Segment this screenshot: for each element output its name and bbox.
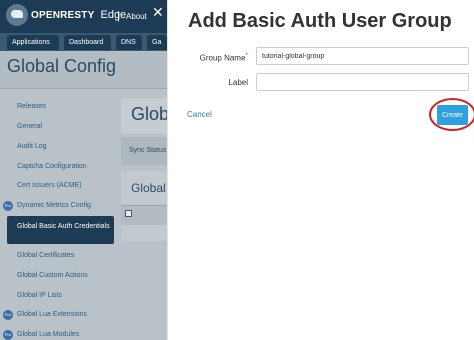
select-all-checkbox[interactable] bbox=[125, 210, 132, 217]
sidebar-item-label: Global IP Lists bbox=[17, 292, 63, 299]
page-title: Global Config bbox=[7, 56, 117, 76]
tab-gateway[interactable]: Ga bbox=[147, 35, 167, 50]
sidebar-item-label: Global Lua Extensions bbox=[17, 311, 88, 318]
required-mark: * bbox=[245, 52, 248, 59]
sidebar-item-label: Global Certificates bbox=[17, 252, 75, 259]
sidebar-item-label: Captcha Configuration bbox=[17, 163, 87, 170]
tab-dashboard[interactable]: Dashboard bbox=[64, 35, 111, 50]
sidebar-item-label: General bbox=[17, 123, 42, 130]
sidebar-item-label: Dynamic Metrics Config bbox=[17, 202, 91, 209]
top-separator: | bbox=[117, 10, 120, 22]
tab-dns[interactable]: DNS bbox=[116, 35, 142, 50]
brand-name: OPENRESTY bbox=[31, 9, 95, 21]
sidebar-item-label: Releases bbox=[17, 103, 47, 110]
pro-badge: Pro bbox=[3, 310, 13, 320]
close-icon[interactable]: ✕ bbox=[152, 4, 164, 21]
sidebar-item-label: Cert Issuers (ACME) bbox=[17, 182, 82, 189]
group-name-label-text: Group Name bbox=[199, 53, 246, 63]
create-button[interactable]: Create bbox=[437, 105, 468, 125]
sync-status-label: Sync Status bbox=[129, 147, 167, 154]
about-link[interactable]: About bbox=[126, 12, 147, 21]
sidebar-item-label: Global Custom Actions bbox=[17, 272, 88, 279]
label-input[interactable] bbox=[256, 73, 469, 91]
brand-logo[interactable]: OPENRESTY Edge bbox=[6, 4, 126, 26]
label-field-label-text: Label bbox=[228, 78, 248, 87]
label-field-label: Label bbox=[168, 78, 248, 87]
pro-badge: Pro bbox=[3, 330, 13, 340]
group-name-label: Group Name* bbox=[168, 52, 248, 63]
sidebar-item-global-basic-auth[interactable]: Global Basic Auth Credentials bbox=[7, 216, 114, 244]
table-title: Global bbox=[131, 181, 166, 195]
brand-suffix: Edge bbox=[100, 9, 127, 21]
content-title: Glob bbox=[131, 104, 170, 124]
group-name-input[interactable] bbox=[256, 47, 469, 65]
pro-badge: Pro bbox=[3, 201, 13, 211]
sidebar-item-label: Global Lua Modules bbox=[17, 331, 80, 338]
sidebar-item-label: Global Basic Auth Credentials bbox=[17, 223, 110, 230]
dialog-title: Add Basic Auth User Group bbox=[188, 10, 452, 32]
cancel-button[interactable]: Cancel bbox=[187, 110, 212, 119]
add-basic-auth-group-dialog: Add Basic Auth User Group Group Name* La… bbox=[167, 0, 474, 340]
tab-applications[interactable]: Applications bbox=[7, 35, 59, 50]
openresty-logo-icon bbox=[6, 4, 28, 26]
sidebar-item-label: Audit Log bbox=[17, 143, 47, 150]
